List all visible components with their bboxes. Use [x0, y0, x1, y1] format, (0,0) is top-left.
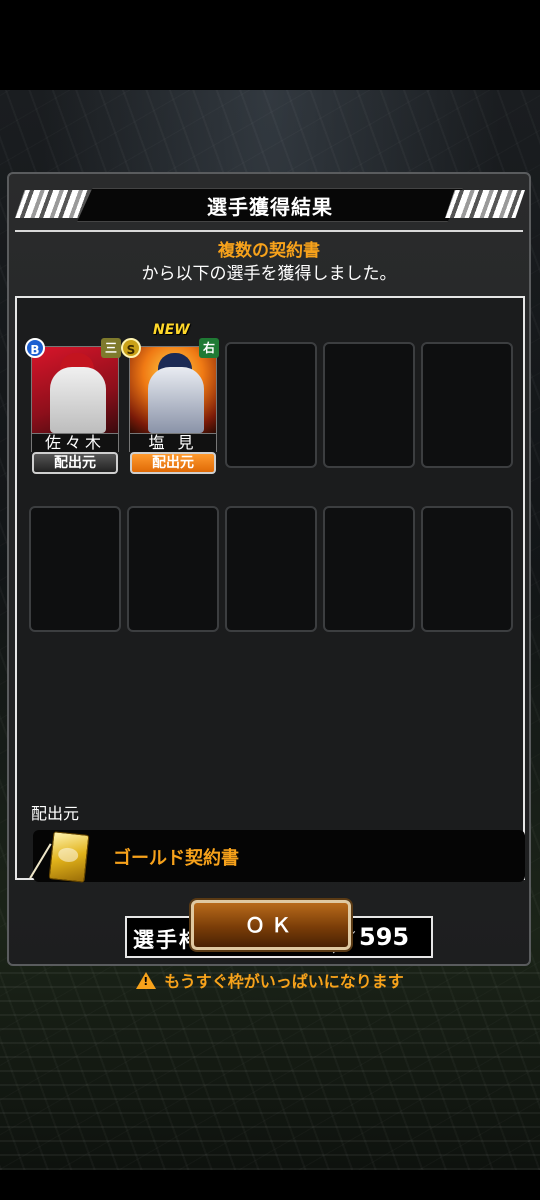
result-description: から以下の選手を獲得しました。 [141, 264, 397, 284]
warning-icon [136, 972, 157, 989]
capacity-max: 595 [359, 923, 410, 951]
dialog-title: 選手獲得結果 [77, 188, 463, 222]
empty-slot [127, 506, 219, 632]
divider [15, 230, 523, 232]
source-button[interactable]: 配出元 [130, 452, 216, 474]
empty-slot [225, 506, 317, 632]
empty-slot [421, 506, 513, 632]
player-name: 塩 見 [129, 434, 217, 452]
source-section-label: 配出元 [31, 804, 80, 823]
warning-text: もうすぐ枠がいっぱいになります [164, 972, 404, 991]
empty-slot [421, 342, 513, 468]
position-badge: 三 [101, 338, 121, 358]
contract-name: ゴールド契約書 [113, 848, 239, 869]
empty-slot [29, 506, 121, 632]
new-tag: NEW [153, 322, 190, 338]
empty-slot [323, 506, 415, 632]
empty-slot [323, 342, 415, 468]
contract-row: ゴールド契約書 [33, 830, 525, 883]
source-title: 複数の契約書 [218, 241, 320, 261]
bottom-bar [0, 1170, 540, 1200]
player-photo [31, 346, 119, 434]
handedness-badge: 右 [199, 338, 219, 358]
title-stripe-right [445, 190, 525, 218]
player-figure [148, 367, 204, 433]
acquired-players-panel: B 三 佐々木 配出元 NEW S 右 塩 見 配出元 配出元 ゴールド契約書 … [15, 296, 525, 991]
player-photo [129, 346, 217, 434]
rank-badge: B [25, 338, 45, 358]
source-button[interactable]: 配出元 [32, 452, 118, 474]
player-card-sasaki[interactable]: B 三 佐々木 配出元 [25, 338, 121, 474]
gold-contract-icon [48, 831, 90, 883]
empty-slot [225, 342, 317, 468]
player-name: 佐々木 [31, 434, 119, 452]
capacity-warning: もうすぐ枠がいっぱいになります [17, 968, 523, 992]
player-figure [50, 367, 106, 433]
dialog-title-bar: 選手獲得結果 [15, 188, 525, 222]
player-card-shiomi[interactable]: NEW S 右 塩 見 配出元 [121, 322, 219, 474]
acquisition-result-dialog: 選手獲得結果 複数の契約書 から以下の選手を獲得しました。 B 三 佐々木 配出… [7, 172, 531, 991]
ok-button[interactable]: ＯＫ [191, 900, 351, 950]
grade-badge: S [121, 338, 141, 358]
